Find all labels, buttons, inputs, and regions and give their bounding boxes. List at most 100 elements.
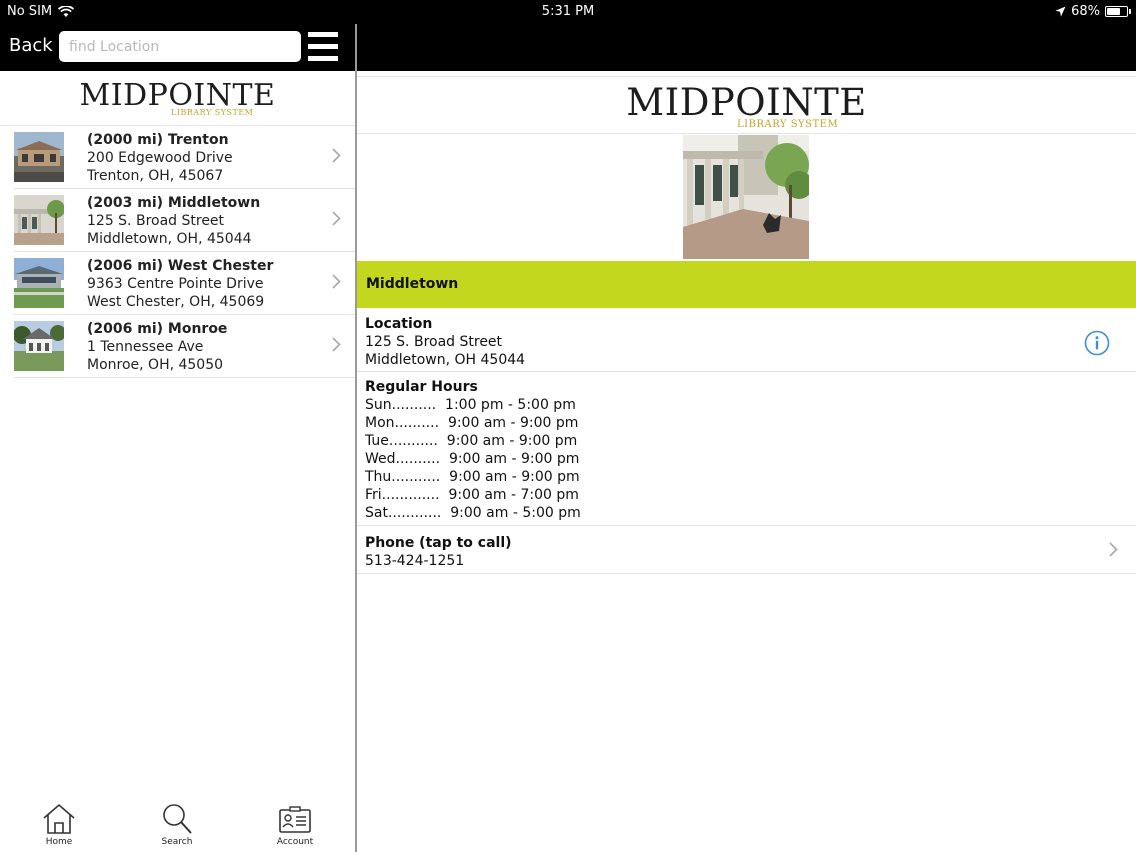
- location-item-text: (2006 mi) Monroe 1 Tennessee Ave Monroe,…: [87, 320, 227, 374]
- hours-time: 9:00 am - 9:00 pm: [449, 469, 580, 485]
- day-label: Wed..........: [365, 451, 441, 467]
- home-icon: [43, 803, 75, 834]
- location-city: Trenton, OH, 45067: [87, 168, 224, 184]
- find-location-input[interactable]: [59, 31, 301, 62]
- tab-label: Account: [276, 837, 314, 847]
- logo-wordmark: MIDPOINTE: [626, 81, 867, 124]
- hours-time: 9:00 am - 9:00 pm: [446, 433, 578, 449]
- location-city: Middletown, OH 45044: [365, 352, 526, 368]
- location-item-trenton[interactable]: (2000 mi) Trenton 200 Edgewood Drive Tre…: [14, 126, 355, 189]
- hours-time: 9:00 am - 7:00 pm: [448, 487, 579, 503]
- hours-time: 1:00 pm - 5:00 pm: [445, 397, 576, 413]
- day-label: Fri.............: [365, 487, 440, 503]
- section-divider: [357, 371, 1136, 372]
- detail-toolbar: [357, 24, 1136, 71]
- phone-section: Phone (tap to call) 513-424-1251: [365, 534, 512, 570]
- phone-heading: Phone (tap to call): [365, 535, 512, 551]
- branch-photo-middletown: [14, 195, 64, 245]
- location-title: (2000 mi) Trenton: [87, 132, 229, 148]
- location-street: 9363 Centre Pointe Drive: [87, 276, 264, 292]
- midpointe-logo: MIDPOINTE LIBRARY SYSTEM: [0, 71, 355, 125]
- hours-time: 9:00 am - 5:00 pm: [450, 505, 581, 521]
- location-street: 200 Edgewood Drive: [87, 150, 233, 166]
- status-right: 68%: [1055, 4, 1131, 19]
- back-button[interactable]: Back: [9, 35, 53, 56]
- branch-photo-west-chester: [14, 258, 64, 308]
- branch-photo-trenton: [14, 132, 64, 182]
- chevron-right-icon: [332, 337, 341, 352]
- midpointe-logo: MIDPOINTE LIBRARY SYSTEM: [357, 76, 1136, 134]
- chevron-right-icon: [332, 211, 341, 226]
- location-item-west-chester[interactable]: (2006 mi) West Chester 9363 Centre Point…: [14, 252, 355, 315]
- location-title: (2006 mi) West Chester: [87, 258, 274, 274]
- phone-number: 513-424-1251: [365, 553, 465, 569]
- phone-call-row[interactable]: Phone (tap to call) 513-424-1251: [357, 527, 1136, 575]
- chevron-right-icon: [1109, 542, 1118, 557]
- location-item-middletown[interactable]: (2003 mi) Middletown 125 S. Broad Street…: [14, 189, 355, 252]
- menu-bar: [308, 32, 338, 37]
- hours-row-tue: Tue........... 9:00 am - 9:00 pm: [365, 432, 581, 450]
- day-label: Tue...........: [365, 433, 438, 449]
- hours-time: 9:00 am - 9:00 pm: [448, 451, 580, 467]
- hours-row-mon: Mon.......... 9:00 am - 9:00 pm: [365, 414, 581, 432]
- menu-bar: [308, 56, 338, 61]
- location-street: 1 Tennessee Ave: [87, 339, 204, 355]
- location-item-text: (2000 mi) Trenton 200 Edgewood Drive Tre…: [87, 131, 233, 185]
- battery-icon: [1105, 6, 1131, 17]
- location-list-pane: Back MIDPOINTE LIBRARY SYSTEM: [0, 24, 355, 852]
- status-bar: No SIM 5:31 PM 68%: [0, 0, 1136, 24]
- branch-photo-monroe: [14, 321, 64, 371]
- location-item-text: (2003 mi) Middletown 125 S. Broad Street…: [87, 194, 260, 248]
- hours-row-wed: Wed.......... 9:00 am - 9:00 pm: [365, 450, 581, 468]
- tab-search[interactable]: Search: [142, 802, 212, 847]
- location-city: Monroe, OH, 45050: [87, 357, 224, 373]
- hours-row-sat: Sat............ 9:00 am - 5:00 pm: [365, 504, 581, 522]
- battery-percent: 68%: [1071, 4, 1100, 19]
- tab-label: Search: [161, 837, 193, 847]
- hours-row-fri: Fri............. 9:00 am - 7:00 pm: [365, 486, 581, 504]
- logo-subtitle: LIBRARY SYSTEM: [171, 108, 254, 117]
- logo-wordmark: MIDPOINTE: [79, 78, 276, 113]
- chevron-right-icon: [332, 148, 341, 163]
- hours-time: 9:00 am - 9:00 pm: [447, 415, 579, 431]
- location-city: West Chester, OH, 45069: [87, 294, 265, 310]
- tab-account[interactable]: Account: [260, 802, 330, 847]
- section-divider: [357, 525, 1136, 526]
- location-title: (2006 mi) Monroe: [87, 321, 228, 337]
- hours-heading: Regular Hours: [365, 379, 478, 395]
- info-icon[interactable]: [1084, 330, 1110, 356]
- section-divider: [357, 573, 1136, 574]
- app-root: No SIM 5:31 PM 68% Back find Location MI…: [0, 0, 1136, 852]
- branch-name-header: Middletown: [357, 261, 1136, 308]
- location-list: (2000 mi) Trenton 200 Edgewood Drive Tre…: [0, 125, 355, 378]
- logo-subtitle: LIBRARY SYSTEM: [737, 119, 839, 130]
- day-label: Sun..........: [365, 397, 437, 413]
- battery-fill: [1107, 8, 1120, 15]
- location-street: 125 S. Broad Street: [365, 334, 503, 350]
- location-item-text: (2006 mi) West Chester 9363 Centre Point…: [87, 257, 273, 311]
- menu-bar: [308, 44, 338, 49]
- location-arrow-icon: [1055, 6, 1066, 17]
- bottom-tab-bar: Home Search Account: [0, 802, 355, 852]
- location-city: Middletown, OH, 45044: [87, 231, 252, 247]
- status-time: 5:31 PM: [541, 4, 595, 19]
- location-section: Location 125 S. Broad Street Middletown,…: [365, 315, 525, 369]
- location-detail-pane: MIDPOINTE LIBRARY SYSTEM Middletown Loca…: [357, 24, 1136, 852]
- day-label: Thu...........: [365, 469, 441, 485]
- branch-photo-middletown-large: [683, 135, 809, 259]
- chevron-right-icon: [332, 274, 341, 289]
- account-card-icon: [279, 806, 311, 833]
- location-title: (2003 mi) Middletown: [87, 195, 261, 211]
- hamburger-menu-icon[interactable]: [308, 32, 338, 61]
- location-item-monroe[interactable]: (2006 mi) Monroe 1 Tennessee Ave Monroe,…: [14, 315, 355, 378]
- location-heading: Location: [365, 316, 433, 332]
- list-toolbar: Back: [0, 24, 355, 71]
- location-street: 125 S. Broad Street: [87, 213, 225, 229]
- search-icon: [163, 804, 192, 834]
- hours-section: Regular Hours Sun.......... 1:00 pm - 5:…: [365, 378, 581, 522]
- day-label: Mon..........: [365, 415, 440, 431]
- tab-home[interactable]: Home: [24, 802, 94, 847]
- hours-row-thu: Thu........... 9:00 am - 9:00 pm: [365, 468, 581, 486]
- day-label: Sat............: [365, 505, 442, 521]
- hours-row-sun: Sun.......... 1:00 pm - 5:00 pm: [365, 396, 581, 414]
